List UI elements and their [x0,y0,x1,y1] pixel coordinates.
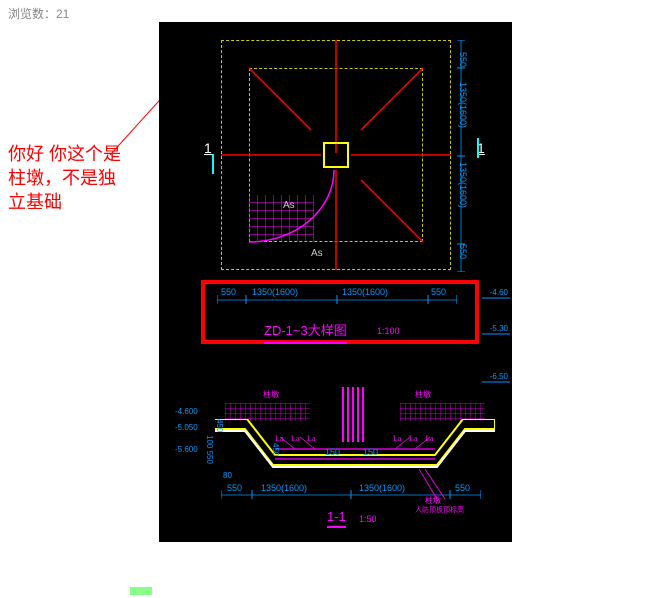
annotation-line-2: 柱墩，不是独 [8,166,158,190]
column-outline [323,142,349,168]
hatch-label-1: 柱墩 [263,389,279,400]
sec-bdim-2: 1350(1600) [261,483,307,493]
section-scale: 1:50 [359,514,377,524]
plan-hdim-1: 550 [221,287,236,297]
plan-hdim-4: 550 [431,287,446,297]
la-5: La [409,434,417,443]
sec-dim-150b: 150 [363,447,378,457]
as-label-1: As [283,200,295,211]
as-label-2: As [311,248,323,259]
sec-elev-2: -5.050 [175,423,198,432]
view-count: 浏览数：21 [8,5,69,22]
sec-elev-3: -5.600 [175,445,198,454]
section-view: 柱墩 柱墩 La La La La La [175,397,505,532]
sec-dim-150a: 150 [325,447,340,457]
drawing-scale: 1:100 [377,326,400,336]
plan-view: As As [221,40,451,270]
la-6: La [425,434,433,443]
sec-dim-80: 80 [223,471,232,480]
la-3: La [307,434,315,443]
section-tick-right [477,138,479,158]
la-2: La [291,434,299,443]
sec-bdim-3: 1350(1600) [359,483,405,493]
plan-hdim-3: 1350(1600) [342,287,388,297]
la-1: La [275,434,283,443]
section-mark-left: 1 [204,140,212,156]
section-tick-left [212,154,214,174]
plan-hdim-2: 1350(1600) [252,287,298,297]
section-title: 1-1 [327,509,346,528]
cad-drawing-area: As As 550 1350(1600) 1350(1600) 550 1 1 … [159,22,512,542]
drawing-title: ZD-1~3大样图 [264,320,347,344]
annotation-text: 你好 你这个是 柱墩，不是独 立基础 [8,142,158,214]
sec-bdim-1: 550 [227,483,242,493]
sec-dim-450: 450 [215,419,224,432]
la-4: La [393,434,401,443]
sec-dim-100550: 100 550 [205,435,214,464]
annotation-line-3: 立基础 [8,190,158,214]
footer-green-mark [130,587,152,595]
plan-right-dim-line [453,40,473,272]
annotation-line-1: 你好 你这个是 [8,142,158,166]
level-marks [482,292,510,387]
sec-elev-1: -4.600 [175,407,198,416]
hatch-label-2: 柱墩 [415,389,431,400]
sec-dim-450b: 450 [271,443,280,456]
note-leader [419,469,459,509]
